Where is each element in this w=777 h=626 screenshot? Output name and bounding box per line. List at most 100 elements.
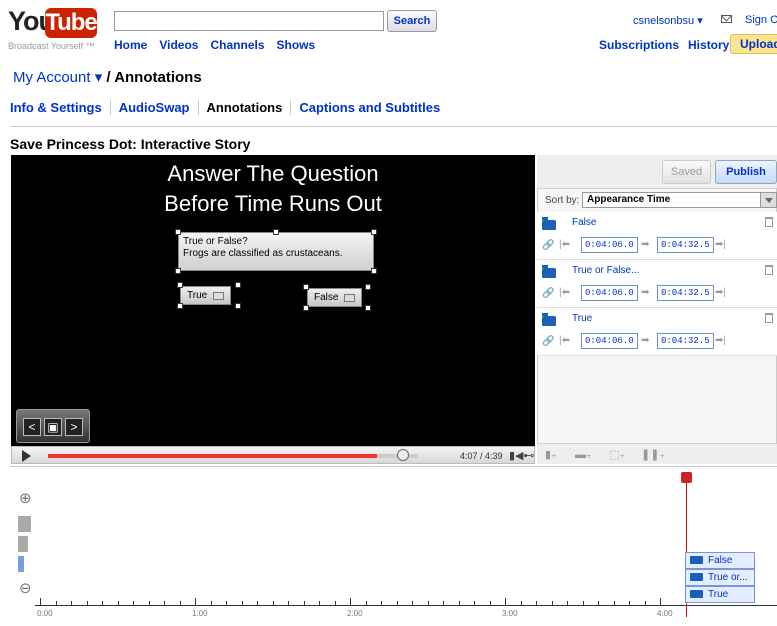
zoom-level-bar[interactable] [18, 556, 24, 572]
progress-bar[interactable] [48, 454, 418, 458]
timeline-tick [288, 601, 289, 605]
nav-shows[interactable]: Shows [277, 38, 316, 52]
annotation-title[interactable]: True or False... [572, 265, 639, 276]
tab-captions-subtitles[interactable]: Captions and Subtitles [290, 100, 448, 115]
question-annotation[interactable]: True or False? Frogs are classified as c… [178, 232, 374, 271]
resize-handle[interactable] [303, 284, 309, 290]
add-note-icon[interactable]: ▬₊ [575, 448, 592, 461]
nav-home[interactable]: Home [114, 38, 147, 52]
search-button[interactable]: Search [387, 10, 437, 32]
resize-handle[interactable] [273, 229, 279, 235]
resize-handle[interactable] [235, 282, 241, 288]
my-account-menu[interactable]: My Account ▾ [13, 69, 102, 86]
annotation-row[interactable]: True or False... 🔗 |⬅ 0:04:06.0 ➡ 0:04:3… [537, 260, 777, 308]
sort-select[interactable]: Appearance Time [582, 192, 777, 208]
logo-tube: Tube [45, 8, 98, 38]
zoom-out-icon[interactable]: ⊖ [19, 579, 32, 597]
link-icon[interactable]: 🔗 [542, 336, 554, 347]
arrow-right-icon: ➡ [641, 287, 650, 298]
home-icon[interactable]: ▣ [44, 418, 62, 436]
resize-handle[interactable] [365, 284, 371, 290]
add-speech-bubble-icon[interactable]: ▮₊ [545, 448, 557, 461]
end-time-input[interactable]: 0:04:32.5 [657, 237, 714, 253]
search-input[interactable] [114, 11, 384, 31]
page-title: Annotations [114, 69, 202, 86]
resize-handle[interactable] [303, 305, 309, 311]
annotation-timeline[interactable] [10, 466, 777, 626]
subscriptions-link[interactable]: Subscriptions [599, 38, 679, 52]
jump-to-end-icon[interactable]: ➡| [715, 287, 726, 298]
tab-info-settings[interactable]: Info & Settings [10, 100, 110, 115]
timeline-tick [55, 601, 57, 605]
next-icon[interactable]: > [65, 418, 83, 436]
timeline-tick [148, 601, 150, 605]
resize-handle[interactable] [235, 303, 241, 309]
jump-to-start-icon[interactable]: |⬅ [559, 287, 570, 298]
video-player[interactable]: Answer The Question Before Time Runs Out… [11, 155, 535, 446]
jump-to-end-icon[interactable]: ➡| [715, 335, 726, 346]
zoom-in-icon[interactable]: ⊕ [19, 489, 32, 507]
trash-icon[interactable] [765, 313, 773, 323]
time-label: 0:00 [37, 609, 53, 618]
annotation-title[interactable]: True [572, 313, 592, 324]
scrubber-handle[interactable] [397, 449, 409, 461]
annotation-row[interactable]: True 🔗 |⬅ 0:04:06.0 ➡ 0:04:32.5 ➡| [537, 308, 777, 356]
tab-annotations[interactable]: Annotations [197, 100, 291, 115]
zoom-level-bar[interactable] [18, 536, 28, 552]
end-time-input[interactable]: 0:04:32.5 [657, 285, 714, 301]
timeline-annotation[interactable]: False [685, 552, 755, 569]
play-icon[interactable] [22, 450, 31, 462]
story-nav-panel: < ▣ > [16, 409, 90, 443]
add-spotlight-icon[interactable]: ⬚₊ [609, 448, 625, 461]
resize-handle[interactable] [177, 303, 183, 309]
publish-button[interactable]: Publish [715, 160, 777, 184]
add-pause-icon[interactable]: ❚❚₊ [641, 448, 665, 461]
annotation-title[interactable]: False [572, 217, 596, 228]
user-menu[interactable]: csnelsonbsu ▾ [633, 14, 703, 27]
link-icon[interactable]: 🔗 [542, 288, 554, 299]
timeline-tick [613, 601, 615, 605]
timeline-annotation[interactable]: True [685, 586, 755, 603]
resize-handle[interactable] [365, 305, 371, 311]
speech-bubble-icon [690, 556, 703, 564]
account-nav: Subscriptions History [599, 38, 729, 52]
timeline-tick [210, 601, 212, 605]
resize-handle[interactable] [371, 229, 377, 235]
timeline-annotation[interactable]: True or... [685, 569, 755, 586]
resize-handle[interactable] [175, 268, 181, 274]
sign-out-link[interactable]: Sign O [745, 14, 777, 26]
jump-to-end-icon[interactable]: ➡| [715, 239, 726, 250]
true-annotation-button[interactable]: True [180, 286, 232, 305]
link-icon[interactable]: 🔗 [542, 240, 554, 251]
jump-to-start-icon[interactable]: |⬅ [559, 239, 570, 250]
previous-icon[interactable]: < [23, 418, 41, 436]
start-time-input[interactable]: 0:04:06.0 [581, 333, 638, 349]
timeline-tick [164, 601, 165, 605]
zoom-level-bar[interactable] [18, 516, 31, 532]
nav-videos[interactable]: Videos [159, 38, 198, 52]
resize-handle[interactable] [371, 268, 377, 274]
start-time-input[interactable]: 0:04:06.0 [581, 237, 638, 253]
tab-audioswap[interactable]: AudioSwap [109, 100, 198, 115]
jump-to-start-icon[interactable]: |⬅ [559, 335, 570, 346]
timeline-annotation-label: True [708, 589, 729, 600]
trash-icon[interactable] [765, 217, 773, 227]
false-annotation-button[interactable]: False [307, 288, 363, 307]
end-time-input[interactable]: 0:04:32.5 [657, 333, 714, 349]
speech-bubble-icon [542, 265, 556, 278]
youtube-logo[interactable]: You Tube Broadcast Yourself ™ [8, 6, 100, 51]
nav-channels[interactable]: Channels [210, 38, 264, 52]
start-time-input[interactable]: 0:04:06.0 [581, 285, 638, 301]
sort-value: Appearance Time [587, 194, 671, 205]
upload-button[interactable]: Upload [730, 34, 777, 54]
timeline-tick [629, 601, 630, 605]
resize-handle[interactable] [175, 229, 181, 235]
saved-button[interactable]: Saved [662, 160, 711, 184]
volume-icon[interactable]: ▮◀⊷ [509, 449, 535, 462]
annotation-row[interactable]: False 🔗 |⬅ 0:04:06.0 ➡ 0:04:32.5 ➡| [537, 212, 777, 260]
playhead-handle[interactable] [681, 472, 692, 483]
history-link[interactable]: History [688, 38, 729, 52]
trash-icon[interactable] [765, 265, 773, 275]
resize-handle[interactable] [177, 282, 183, 288]
mail-icon[interactable] [721, 15, 732, 23]
